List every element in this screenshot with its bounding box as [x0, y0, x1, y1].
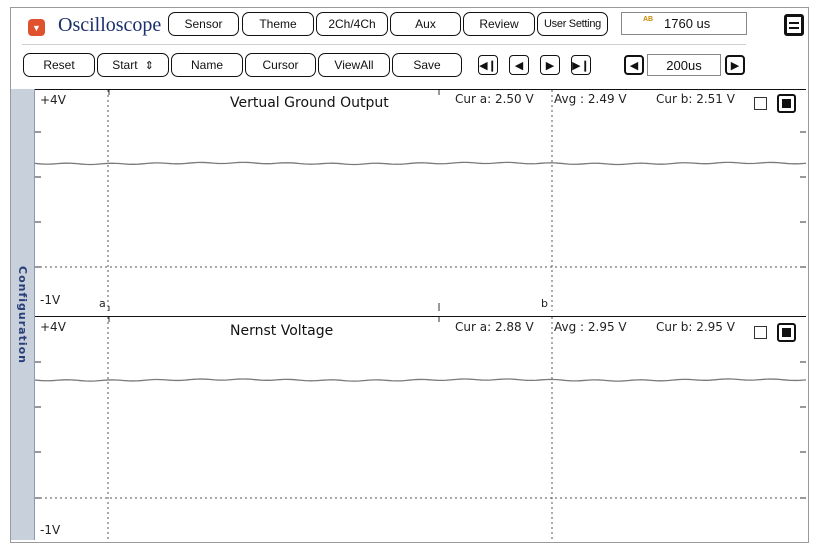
cursor-button[interactable]: Cursor — [245, 53, 316, 77]
time-ab-icon: AB — [643, 16, 654, 23]
skip-start-icon[interactable]: ◀❙ — [478, 55, 498, 75]
channel-2-checkbox[interactable] — [754, 326, 767, 339]
zoom-increase-icon[interactable]: ▶ — [725, 55, 745, 75]
channel-panel-1: +4V -1V Vertual Ground Output Cur a: 2.5… — [35, 89, 806, 311]
name-button[interactable]: Name — [171, 53, 243, 77]
channel-2-cur-b: Cur b: 2.95 V — [656, 320, 735, 334]
channel-1-cur-b: Cur b: 2.51 V — [656, 92, 735, 106]
skip-end-icon[interactable]: ▶❙ — [571, 55, 591, 75]
step-back-icon[interactable]: ◀ — [509, 55, 529, 75]
zoom-decrease-icon[interactable]: ◀ — [624, 55, 644, 75]
channel-1-ymin: -1V — [40, 293, 61, 307]
channel-2-ymin: -1V — [40, 523, 61, 537]
tab-user-setting[interactable]: User Setting — [537, 12, 608, 36]
start-label: Start — [112, 58, 138, 72]
channel-2-title: Nernst Voltage — [230, 323, 334, 339]
channel-1-title: Vertual Ground Output — [230, 95, 389, 111]
channel-2-cur-a: Cur a: 2.88 V — [455, 320, 534, 334]
channel-2-ymax: +4V — [40, 320, 66, 334]
channel-1-ymax: +4V — [40, 93, 66, 107]
channel-1-plot — [35, 90, 806, 311]
viewall-button[interactable]: ViewAll — [318, 53, 390, 77]
channel-1-avg: Avg : 2.49 V — [554, 92, 627, 106]
channel-1-stop-icon[interactable] — [777, 94, 796, 113]
save-button[interactable]: Save — [392, 53, 462, 77]
cursor-a-label: a — [99, 297, 106, 310]
tab-review[interactable]: Review — [463, 12, 535, 36]
tab-2ch-4ch[interactable]: 2Ch/4Ch — [316, 12, 388, 36]
channel-2-plot — [35, 317, 806, 541]
tab-aux[interactable]: Aux — [390, 12, 461, 36]
zoom-value[interactable]: 200us — [647, 54, 721, 76]
reset-button[interactable]: Reset — [23, 53, 95, 77]
play-icon[interactable]: ▶ — [540, 55, 560, 75]
app-title: Oscilloscope — [58, 14, 162, 36]
sort-arrows-icon: ⇕ — [144, 59, 154, 72]
channel-2-stop-icon[interactable] — [777, 323, 796, 342]
channel-panel-2: +4V -1V Nernst Voltage Cur a: 2.88 V Avg… — [35, 316, 806, 541]
app-logo-icon[interactable]: ▼ — [28, 19, 45, 36]
channel-1-cur-a: Cur a: 2.50 V — [455, 92, 534, 106]
configuration-label: Configuration — [16, 265, 29, 364]
configuration-sidebar-tab[interactable]: Configuration — [11, 89, 35, 540]
tab-theme[interactable]: Theme — [242, 12, 314, 36]
start-button[interactable]: Start ⇕ — [97, 53, 169, 77]
cursor-b-label: b — [541, 297, 548, 310]
time-display: AB 1760 us — [621, 12, 747, 35]
channel-2-trace — [35, 378, 806, 382]
channel-1-trace — [35, 161, 806, 166]
channel-1-checkbox[interactable] — [754, 97, 767, 110]
time-value: 1760 us — [664, 16, 711, 31]
channel-2-avg: Avg : 2.95 V — [554, 320, 627, 334]
tab-sensor[interactable]: Sensor — [168, 12, 239, 36]
menu-icon[interactable] — [784, 14, 804, 36]
